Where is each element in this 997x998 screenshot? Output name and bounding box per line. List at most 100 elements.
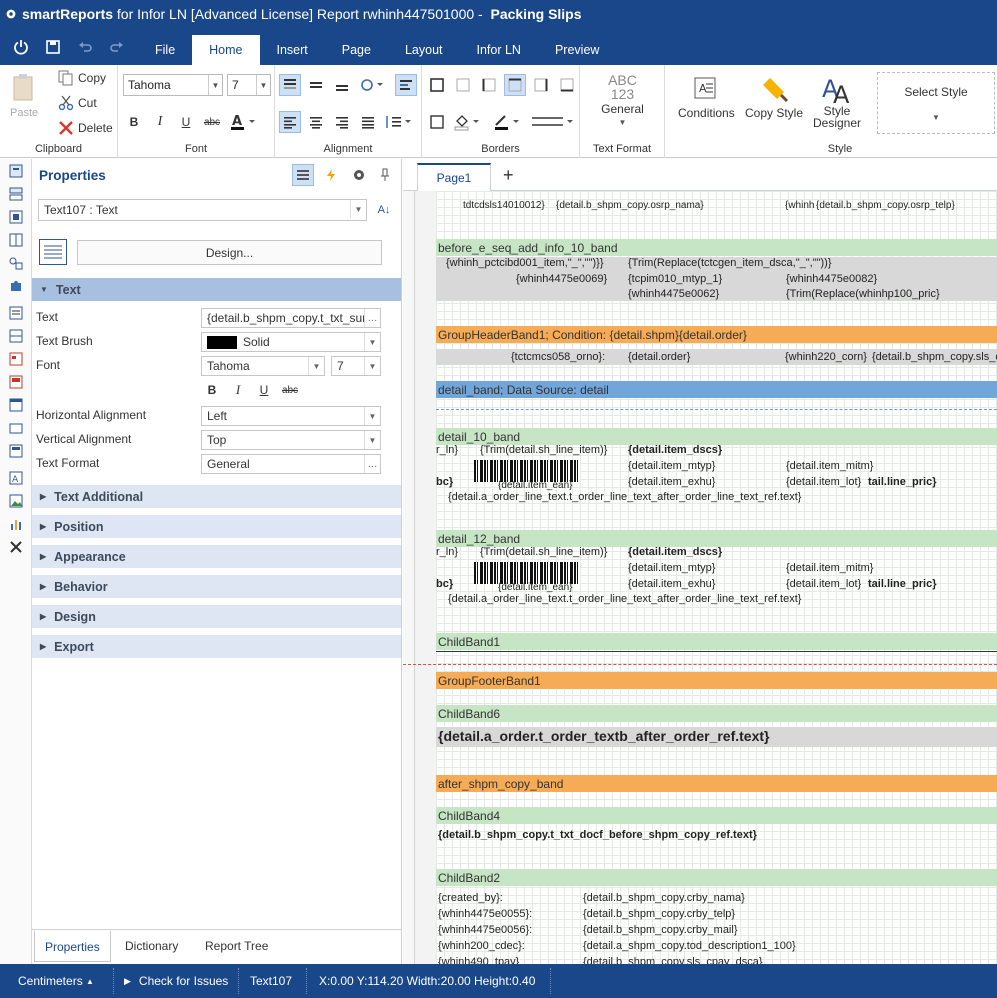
report-field[interactable]: {detail.item_ean}: [498, 480, 573, 491]
text-component-icon[interactable]: [0, 301, 32, 324]
align-center-icon[interactable]: [305, 111, 327, 133]
align-top-icon[interactable]: [279, 74, 301, 96]
report-field[interactable]: {Trim(detail.sh_line_item)}: [480, 444, 607, 456]
text-brush-select[interactable]: Solid ▼: [201, 332, 381, 352]
report-field[interactable]: bc}: [436, 578, 453, 590]
tab-properties[interactable]: Properties: [34, 930, 111, 962]
shapes-icon[interactable]: [0, 251, 32, 274]
report-field[interactable]: {whinh4475e0056}:: [438, 924, 532, 936]
line-spacing-icon[interactable]: [383, 111, 413, 133]
report-field[interactable]: {detail.item_dscs}: [628, 444, 722, 456]
report-field[interactable]: {detail.order}: [628, 351, 690, 363]
fill-color-icon[interactable]: [452, 111, 482, 133]
border-color-icon[interactable]: [492, 111, 522, 133]
report-field[interactable]: {detail.item_dscs}: [628, 546, 722, 558]
report-field[interactable]: {detail.b_shpm_copy.osrp_telp}: [816, 200, 955, 211]
report-field[interactable]: {tcpim010_mtyp_1}: [628, 273, 722, 285]
clone-icon[interactable]: [0, 416, 32, 439]
cut-button[interactable]: Cut: [58, 95, 97, 111]
band-header[interactable]: detail_12_band: [436, 530, 997, 547]
paste-button[interactable]: Paste: [10, 73, 38, 119]
rich-text-icon[interactable]: [0, 347, 32, 370]
tab-dictionary[interactable]: Dictionary: [115, 930, 188, 962]
tab-report-tree[interactable]: Report Tree: [195, 930, 278, 962]
tab-home[interactable]: Home: [192, 35, 260, 65]
italic-button[interactable]: I: [149, 111, 171, 133]
text-format-field[interactable]: General…: [201, 454, 381, 474]
justify-icon[interactable]: [357, 111, 379, 133]
report-field[interactable]: {whinh4475e0069}: [516, 273, 607, 285]
text-property-value[interactable]: {detail.b_shpm_copy.t_txt_sur…: [201, 308, 381, 328]
image-text-icon[interactable]: [0, 370, 32, 393]
report-field[interactable]: {detail.item_mtyp}: [628, 562, 715, 574]
report-field[interactable]: tail.line_pric}: [868, 578, 936, 590]
section-behavior[interactable]: ▶ Behavior: [32, 575, 401, 599]
component-selector[interactable]: Text107 : Text ▼: [38, 199, 367, 221]
report-field[interactable]: {created_by}:: [438, 892, 503, 904]
report-field[interactable]: r_ln}: [436, 546, 458, 558]
section-position[interactable]: ▶ Position: [32, 515, 401, 539]
report-field[interactable]: {detail.item_lot}: [786, 578, 861, 590]
report-field[interactable]: {whinh490_tpay}: [438, 956, 519, 964]
report-field[interactable]: {whinh200_cdec}:: [438, 940, 525, 952]
band-header[interactable]: ChildBand1: [436, 633, 997, 650]
tools-icon[interactable]: [0, 535, 32, 558]
align-middle-icon[interactable]: [305, 74, 327, 96]
section-appearance[interactable]: ▶ Appearance: [32, 545, 401, 569]
band-header[interactable]: after_shpm_copy_band: [436, 775, 997, 792]
report-field[interactable]: {whinh: [785, 200, 814, 211]
report-field[interactable]: {Trim(detail.sh_line_item)}: [480, 546, 607, 558]
style-designer-button[interactable]: AA Style Designer: [813, 73, 861, 129]
border-none-icon[interactable]: [452, 74, 474, 96]
report-field[interactable]: {detail.b_shpm_copy.crby_nama}: [583, 892, 745, 904]
section-text-additional[interactable]: ▶ Text Additional: [32, 485, 401, 509]
section-text[interactable]: ▼ Text: [32, 278, 401, 302]
report-field[interactable]: r_ln}: [436, 444, 458, 456]
tab-page[interactable]: Page: [325, 35, 388, 65]
rotate-text-icon[interactable]: [357, 74, 387, 96]
pin-icon[interactable]: [374, 164, 396, 186]
underline-button[interactable]: U: [175, 111, 197, 133]
band-header[interactable]: GroupFooterBand1: [436, 672, 997, 689]
border-settings-icon[interactable]: [426, 111, 448, 133]
section-export[interactable]: ▶ Export: [32, 635, 401, 659]
report-field[interactable]: {detail.item_ean}: [498, 582, 573, 593]
report-field[interactable]: {detail.item_exhu}: [628, 578, 715, 590]
copy-button[interactable]: Copy: [58, 70, 106, 86]
band-header[interactable]: ChildBand4: [436, 807, 997, 824]
tab-layout[interactable]: Layout: [388, 35, 460, 65]
report-field[interactable]: {detail.b_shpm_copy.osrp_nama}: [556, 200, 704, 211]
report-field[interactable]: {detail.item_mtyp}: [628, 460, 715, 472]
valign-select[interactable]: Top ▼: [201, 430, 381, 450]
border-left-icon[interactable]: [478, 74, 500, 96]
copy-style-button[interactable]: Copy Style: [745, 75, 803, 120]
report-field[interactable]: {detail.a_shpm_copy.tod_description1_100…: [583, 940, 796, 952]
prop-italic-button[interactable]: I: [227, 379, 249, 401]
border-style-icon[interactable]: [530, 111, 576, 133]
prop-bold-button[interactable]: B: [201, 379, 223, 401]
band-header[interactable]: detail_band; Data Source: detail: [436, 381, 997, 398]
report-field[interactable]: {whinh_pctcibd001_item,"_","")}}: [446, 257, 604, 269]
subreport-icon[interactable]: [0, 439, 32, 462]
conditions-button[interactable]: A Conditions: [678, 75, 735, 120]
chart-icon[interactable]: [0, 512, 32, 535]
categorized-view-icon[interactable]: [292, 164, 314, 186]
text-in-cells-icon[interactable]: [0, 324, 32, 347]
align-left-icon[interactable]: [279, 111, 301, 133]
tab-infor-ln[interactable]: Infor LN: [460, 35, 538, 65]
section-design[interactable]: ▶ Design: [32, 605, 401, 629]
border-right-icon[interactable]: [530, 74, 552, 96]
report-field[interactable]: tdtcdsls14010012}: [463, 200, 545, 211]
report-field[interactable]: {whinh4475e0062}: [628, 288, 719, 300]
design-button[interactable]: Design...: [77, 240, 382, 265]
report-field[interactable]: {tctcmcs058_orno}:: [511, 351, 605, 363]
panel-icon[interactable]: [0, 393, 32, 416]
prop-underline-button[interactable]: U: [253, 379, 275, 401]
power-icon[interactable]: [8, 34, 34, 60]
report-field[interactable]: {detail.item_exhu}: [628, 476, 715, 488]
tab-preview[interactable]: Preview: [538, 35, 616, 65]
font-family-select[interactable]: Tahoma ▼: [123, 74, 223, 96]
border-top-icon[interactable]: [504, 74, 526, 96]
units-selector[interactable]: Centimeters ▲: [18, 964, 94, 998]
font-family-property[interactable]: Tahoma ▼: [201, 356, 325, 376]
